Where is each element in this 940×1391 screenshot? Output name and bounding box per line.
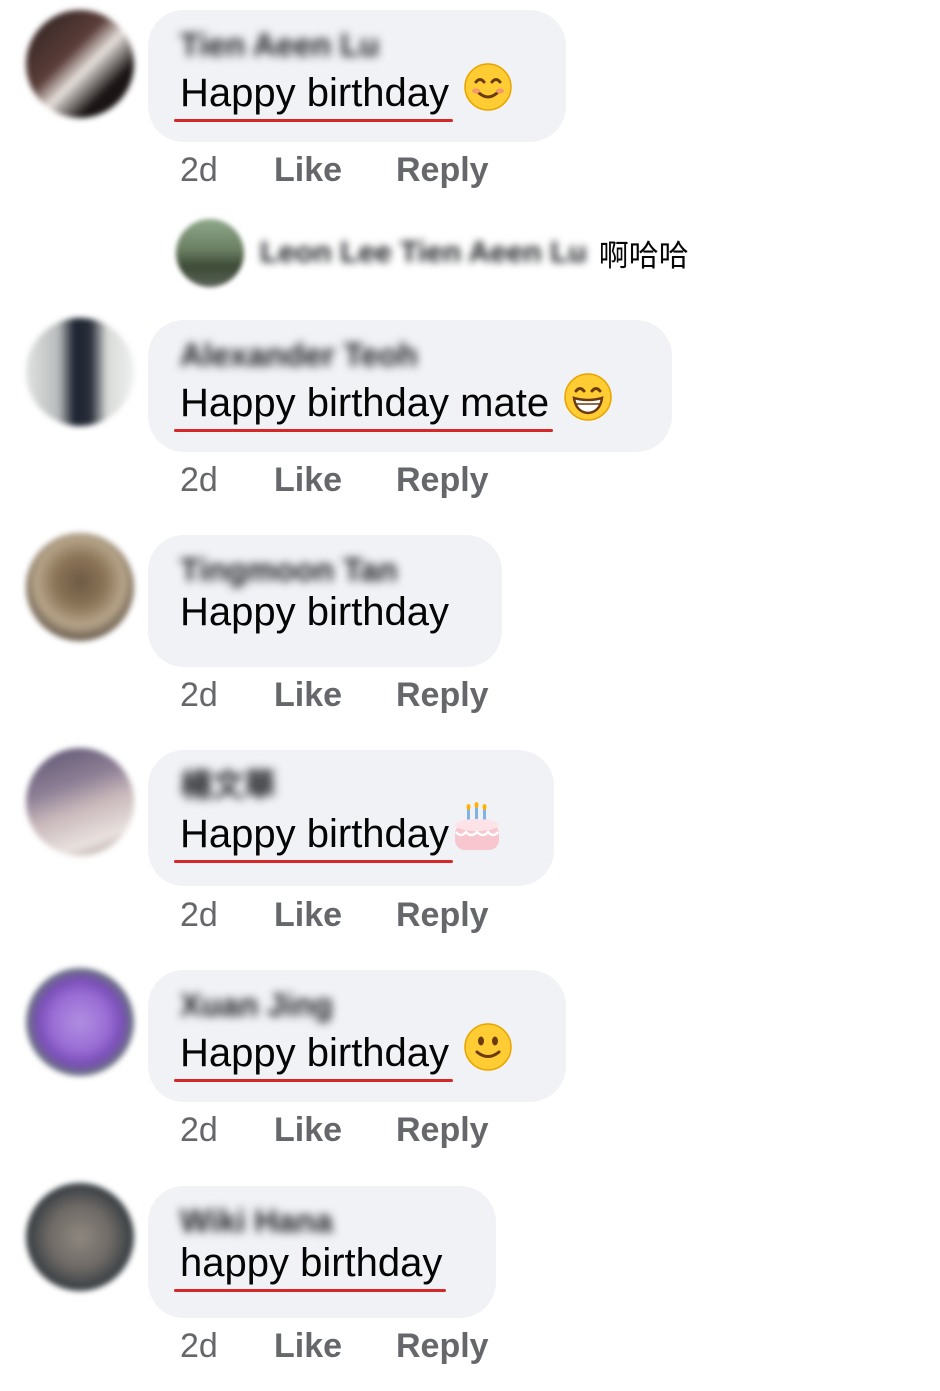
comment-text: Happy birthday xyxy=(173,802,522,866)
comment-time[interactable]: 2d xyxy=(180,675,274,715)
comment-author[interactable]: Wiki Hana xyxy=(180,1204,464,1238)
like-button[interactable]: Like xyxy=(274,1326,396,1366)
comment-text-content: Happy birthday xyxy=(173,68,454,122)
comment-actions: 2d Like Reply xyxy=(180,895,489,935)
comment-bubble: Tien Aeen Lu Happy birthday xyxy=(148,10,566,142)
avatar[interactable] xyxy=(26,533,134,641)
reply-button[interactable]: Reply xyxy=(396,1326,489,1366)
smiling-eyes-emoji-icon xyxy=(463,62,513,124)
comment-text: Happy birthday xyxy=(173,1022,534,1084)
avatar[interactable] xyxy=(26,748,134,856)
avatar[interactable] xyxy=(26,318,134,426)
reply-button[interactable]: Reply xyxy=(396,460,489,500)
slight-smile-emoji-icon xyxy=(463,1022,513,1084)
like-button[interactable]: Like xyxy=(274,675,396,715)
comment-actions: 2d Like Reply xyxy=(180,150,489,190)
comment-author[interactable]: Alexander Teoh xyxy=(180,338,640,372)
comment-actions: 2d Like Reply xyxy=(180,460,489,500)
reply-button[interactable]: Reply xyxy=(396,1110,489,1150)
comment-time[interactable]: 2d xyxy=(180,460,274,500)
like-button[interactable]: Like xyxy=(274,1110,396,1150)
reply-button[interactable]: Reply xyxy=(396,675,489,715)
reply-button[interactable]: Reply xyxy=(396,150,489,190)
comment-time[interactable]: 2d xyxy=(180,895,274,935)
like-button[interactable]: Like xyxy=(274,150,396,190)
comment-bubble: Xuan Jing Happy birthday xyxy=(148,970,566,1102)
reply-author[interactable]: Leon Lee Tien Aeen Lu xyxy=(260,236,587,270)
comment-text-content: Happy birthday xyxy=(173,1028,454,1082)
like-button[interactable]: Like xyxy=(274,895,396,935)
avatar[interactable] xyxy=(26,1183,134,1291)
reply-preview[interactable]: Leon Lee Tien Aeen Lu 啊哈哈 xyxy=(176,218,689,288)
comment-author[interactable]: 楊文華 xyxy=(180,768,522,802)
comment-bubble: 楊文華 Happy birthday xyxy=(148,750,554,886)
avatar[interactable] xyxy=(26,968,134,1076)
comment-bubble: Tingmoon Tan Happy birthday xyxy=(148,535,502,667)
comment-actions: 2d Like Reply xyxy=(180,1326,489,1366)
grinning-emoji-icon xyxy=(563,372,613,434)
comment-text-content: Happy birthday xyxy=(180,590,450,634)
reply-text: 啊哈哈 xyxy=(598,240,689,273)
comment-actions: 2d Like Reply xyxy=(180,1110,489,1150)
comment-time[interactable]: 2d xyxy=(180,150,274,190)
comment-text: Happy birthday xyxy=(180,587,470,637)
comment-bubble: Wiki Hana happy birthday xyxy=(148,1186,496,1318)
comment-text-content: happy birthday xyxy=(173,1238,447,1292)
like-button[interactable]: Like xyxy=(274,460,396,500)
avatar[interactable] xyxy=(26,10,134,118)
comment-bubble: Alexander Teoh Happy birthday mate xyxy=(148,320,672,452)
comment-time[interactable]: 2d xyxy=(180,1326,274,1366)
comment-text: Happy birthday mate xyxy=(173,372,640,434)
comment-text: happy birthday xyxy=(173,1238,464,1292)
comment-text-content: Happy birthday xyxy=(173,809,454,863)
comment-text: Happy birthday xyxy=(173,62,534,124)
birthday-cake-emoji-icon xyxy=(451,802,503,866)
comment-author[interactable]: Xuan Jing xyxy=(180,988,534,1022)
comment-actions: 2d Like Reply xyxy=(180,675,489,715)
reply-avatar[interactable] xyxy=(176,219,244,287)
comment-author[interactable]: Tingmoon Tan xyxy=(180,553,470,587)
reply-button[interactable]: Reply xyxy=(396,895,489,935)
comment-author[interactable]: Tien Aeen Lu xyxy=(180,28,534,62)
comment-text-content: Happy birthday mate xyxy=(173,378,554,432)
comment-time[interactable]: 2d xyxy=(180,1110,274,1150)
